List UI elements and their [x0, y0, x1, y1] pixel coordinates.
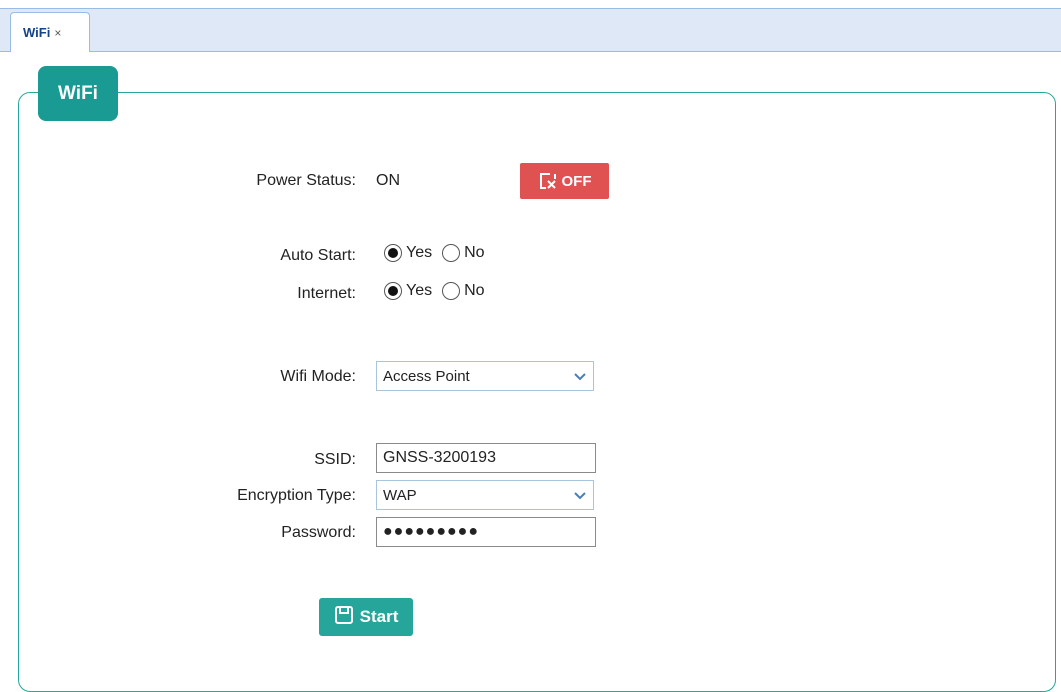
internet-no-label: No: [464, 282, 485, 299]
encryption-type-value: WAP: [383, 486, 417, 504]
power-off-button[interactable]: OFF: [520, 163, 609, 199]
start-button[interactable]: Start: [319, 598, 413, 636]
password-label: Password:: [281, 524, 356, 541]
start-button-label: Start: [359, 607, 399, 626]
password-field[interactable]: ●●●●●●●●●: [376, 517, 596, 547]
power-status-value: ON: [376, 172, 400, 189]
encryption-type-label: Encryption Type:: [237, 487, 356, 504]
tab-close-icon[interactable]: ×: [54, 26, 61, 40]
chevron-down-icon: [573, 489, 587, 506]
wifi-mode-value: Access Point: [383, 367, 470, 385]
wifi-mode-label: Wifi Mode:: [280, 368, 356, 385]
internet-yes-radio[interactable]: [384, 282, 402, 300]
auto-start-radio-group: Yes No: [384, 244, 495, 262]
wifi-mode-select[interactable]: Access Point: [376, 361, 594, 391]
encryption-type-select[interactable]: WAP: [376, 480, 594, 510]
power-status-label: Power Status:: [256, 172, 356, 189]
auto-start-no-label: No: [464, 244, 485, 261]
power-off-label: OFF: [561, 172, 592, 190]
close-box-icon: [538, 171, 558, 191]
ssid-label: SSID:: [314, 451, 356, 468]
top-border: [0, 0, 1061, 8]
password-value: ●●●●●●●●●: [383, 523, 479, 540]
tab-strip: [0, 8, 1061, 52]
internet-yes-label: Yes: [406, 282, 433, 299]
ssid-input[interactable]: GNSS-3200193: [376, 443, 596, 473]
internet-label: Internet:: [297, 285, 356, 302]
tab-wifi[interactable]: WiFi ×: [10, 12, 90, 52]
auto-start-label: Auto Start:: [280, 247, 356, 264]
internet-radio-group: Yes No: [384, 282, 495, 300]
auto-start-yes-radio[interactable]: [384, 244, 402, 262]
save-icon: [334, 605, 354, 630]
chevron-down-icon: [573, 370, 587, 387]
auto-start-yes-label: Yes: [406, 244, 433, 261]
auto-start-no-radio[interactable]: [442, 244, 461, 262]
tab-label: WiFi: [23, 25, 51, 40]
panel-title: WiFi: [38, 66, 118, 121]
internet-no-radio[interactable]: [442, 282, 461, 300]
